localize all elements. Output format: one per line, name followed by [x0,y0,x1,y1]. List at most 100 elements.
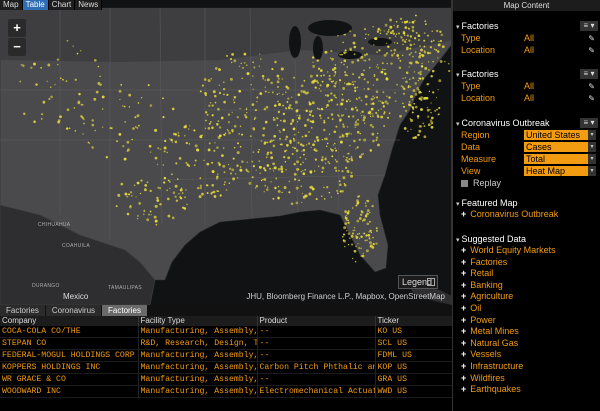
map-canvas[interactable] [0,0,452,305]
heatmap-dot [264,184,267,187]
heatmap-dot [387,45,390,48]
heatmap-dot [331,80,334,83]
section-header[interactable]: ▾ Factories ≡ ▾ [453,68,600,80]
filter-value[interactable]: All [524,92,534,104]
table-row[interactable]: WR GRACE & CO Manufacturing, Assembly, … -… [0,373,453,386]
dropdown-arrow-icon[interactable]: ▾ [588,130,596,140]
tab-factories-1[interactable]: Factories [0,305,45,316]
section-header[interactable]: ▾ Suggested Data [453,233,600,245]
heatmap-dot [418,124,422,128]
heatmap-dot [364,37,367,40]
column-header-product[interactable]: Product [257,316,376,326]
list-item[interactable]: + Power [453,315,600,327]
table-row[interactable]: COCA-COLA CO/THE Manufacturing, Assembly,… [0,326,453,338]
heatmap-dot [368,58,371,61]
region-dropdown[interactable]: United States [524,130,588,140]
tab-chart[interactable]: Chart [48,0,76,10]
zoom-in-button[interactable]: + [8,19,26,37]
map-view[interactable]: + − CHIHUAHUA COAHUILA DURANGO TAMAULIPA… [0,0,452,305]
list-item-label: Banking [470,279,503,290]
table-row[interactable]: WOODWARD INC Manufacturing, Assembly, … El… [0,385,453,398]
heatmap-dot [366,200,368,202]
heatmap-dot [326,104,329,107]
heatmap-dot [327,71,329,73]
pencil-icon[interactable]: ✎ [588,45,595,57]
heatmap-dot [420,65,424,68]
dropdown-arrow-icon[interactable]: ▾ [588,154,596,164]
column-header-company[interactable]: Company [0,316,139,326]
heatmap-dot [349,100,351,102]
filter-value[interactable]: All [524,80,534,92]
heatmap-dot [339,140,343,144]
column-header-ticker[interactable]: Ticker [375,316,453,326]
table-row[interactable]: KOPPERS HOLDINGS INC Manufacturing, Assem… [0,361,453,374]
data-dropdown[interactable]: Cases [524,142,588,152]
column-header-facility-type[interactable]: Facility Type [138,316,258,326]
heatmap-dot [232,177,236,181]
heatmap-dot [316,107,319,110]
dropdown-arrow-icon[interactable]: ▾ [588,142,596,152]
list-item[interactable]: + Wildfires [453,373,600,385]
menu-icon[interactable]: ≡ ▾ [580,21,598,31]
view-dropdown[interactable]: Heat Map [524,166,588,176]
heatmap-dot [101,108,104,110]
heatmap-dot [384,23,388,27]
dropdown-arrow-icon[interactable]: ▾ [588,166,596,176]
heatmap-dot [255,169,257,171]
list-item[interactable]: + Vessels [453,349,600,361]
heatmap-dot [124,121,127,123]
heatmap-dot [376,96,379,99]
zoom-out-button[interactable]: − [8,38,26,56]
list-item[interactable]: + Infrastructure [453,361,600,373]
list-item[interactable]: + Earthquakes [453,384,600,396]
list-item[interactable]: + Coronavirus Outbreak [453,209,600,221]
tab-factories-2[interactable]: Factories [102,305,147,316]
heatmap-dot [343,59,347,63]
heatmap-dot [285,107,287,109]
measure-dropdown[interactable]: Total [524,154,588,164]
list-item[interactable]: + Retail [453,268,600,280]
heatmap-dot [288,191,291,194]
heatmap-dot [208,142,211,145]
heatmap-dot [256,96,259,99]
heatmap-dot [179,188,183,192]
filter-value[interactable]: All [524,32,534,44]
heatmap-dot [275,177,278,180]
heatmap-dot [306,91,310,94]
list-item[interactable]: + Natural Gas [453,338,600,350]
list-item[interactable]: + World Equity Markets [453,245,600,257]
list-item[interactable]: + Agriculture [453,291,600,303]
tab-news[interactable]: News [75,0,103,10]
heatmap-dot [304,158,307,160]
heatmap-dot [226,93,229,97]
list-item[interactable]: + Metal Mines [453,326,600,338]
heatmap-dot [323,198,326,200]
heatmap-dot [218,68,221,72]
section-header[interactable]: ▾ Factories ≡ ▾ [453,20,600,32]
replay-button[interactable]: Replay [453,177,600,189]
pencil-icon[interactable]: ✎ [588,93,595,105]
section-header[interactable]: ▾ Featured Map [453,197,600,209]
heatmap-dot [435,49,438,52]
section-header[interactable]: ▾ Coronavirus Outbreak ≡ ▾ [453,117,600,129]
filter-value[interactable]: All [524,44,534,56]
menu-icon[interactable]: ≡ ▾ [580,69,598,79]
heatmap-dot [33,62,36,66]
heatmap-dot [278,129,281,132]
heatmap-dot [411,20,415,24]
table-row[interactable]: FEDERAL-MOGUL HOLDINGS CORP Manufacturing… [0,349,453,362]
tab-map[interactable]: Map [0,0,23,10]
list-item[interactable]: + Factories [453,257,600,269]
list-item[interactable]: + Oil [453,303,600,315]
heatmap-dot [333,66,337,70]
legend-button[interactable]: Legend [398,275,438,289]
tab-table[interactable]: Table [22,0,49,10]
heatmap-dot [320,107,324,111]
heatmap-dot [411,111,414,114]
menu-icon[interactable]: ≡ ▾ [580,118,598,128]
tab-coronavirus[interactable]: Coronavirus [45,305,102,316]
list-item[interactable]: + Banking [453,280,600,292]
heatmap-dot [352,257,354,260]
table-row[interactable]: STEPAN CO R&D, Research, Design, Te… -- SCL… [0,337,453,350]
heatmap-dot [342,87,345,90]
